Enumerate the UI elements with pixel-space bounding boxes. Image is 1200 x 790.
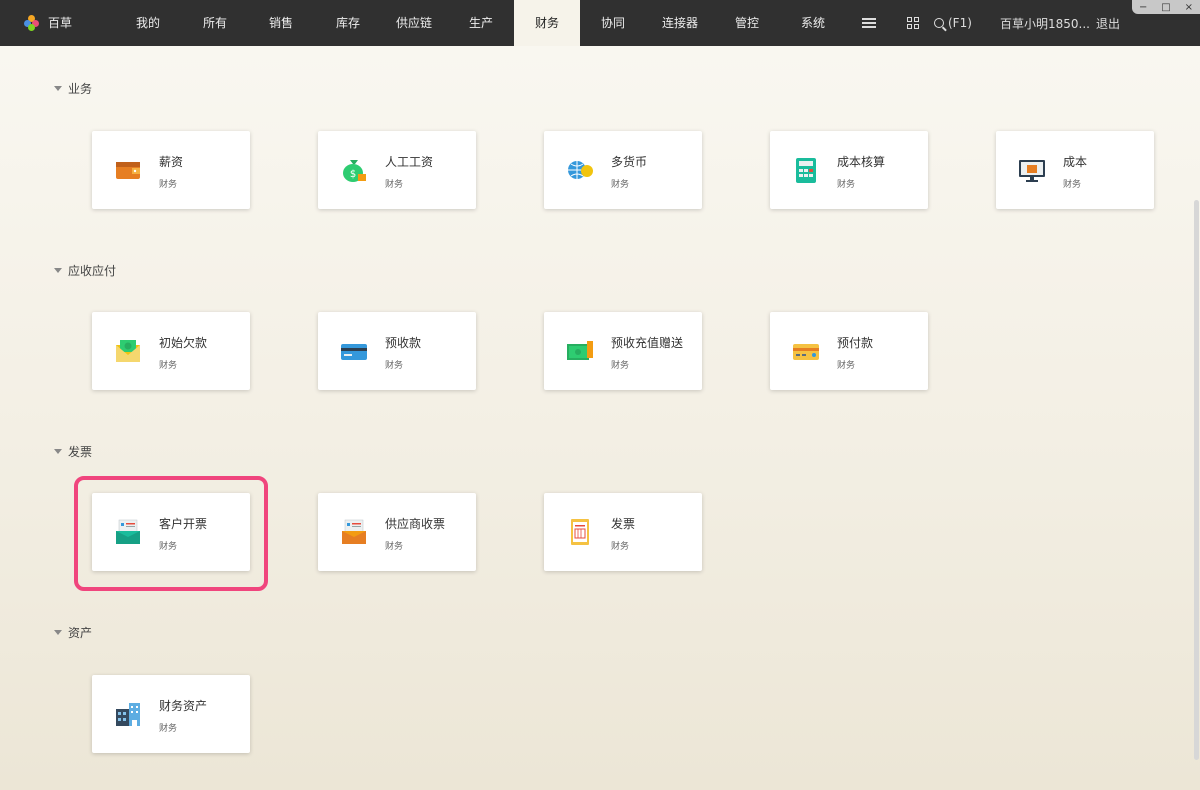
invoice-green-icon [116,519,140,544]
card-name: 发票 [611,517,636,531]
nav-collaboration[interactable]: 协同 [580,0,646,46]
card-name: 人工工资 [385,155,434,169]
card-category: 财务 [159,361,178,371]
card-advance-receipt[interactable]: 预收款 财务 [318,312,476,390]
card-category: 财务 [611,180,630,190]
card-name: 客户开票 [159,517,208,531]
card-name: 预付款 [837,336,874,350]
card-name: 多货币 [611,155,648,169]
card-financial-assets[interactable]: 财务资产 财务 [92,675,250,753]
section-business-header[interactable]: 业务 [54,80,92,97]
nav-mine[interactable]: 我的 [115,0,181,46]
search-icon [934,18,944,28]
card-category: 财务 [159,542,178,552]
card-category: 财务 [611,542,630,552]
logo-icon [24,14,40,31]
envelope-money-icon [116,340,140,362]
card-category: 财务 [385,180,404,190]
card-name: 成本 [1063,155,1088,169]
card-name: 初始欠款 [159,336,208,350]
section-invoice-header[interactable]: 发票 [54,443,92,460]
maximize-button[interactable]: □ [1161,2,1170,13]
nav-control[interactable]: 管控 [714,0,780,46]
search-shortcut: (F1) [948,16,972,30]
collapse-icon [54,86,62,91]
window-controls: − □ × [1132,0,1200,14]
collapse-icon [54,630,62,635]
building-icon [116,703,140,726]
card-salary[interactable]: 薪资 财务 [92,131,250,209]
nav-sales[interactable]: 销售 [248,0,314,46]
section-assets-header[interactable]: 资产 [54,624,92,641]
collapse-icon [54,268,62,273]
calculator-icon [796,158,816,183]
card-name: 成本核算 [837,155,886,169]
nav-all[interactable]: 所有 [182,0,248,46]
card-supplier-invoice-receipt[interactable]: 供应商收票 财务 [318,493,476,571]
card-cost[interactable]: 成本 财务 [996,131,1154,209]
card-advance-payment[interactable]: 预付款 财务 [770,312,928,390]
wallet-icon [116,162,140,179]
search-button[interactable]: (F1) [934,0,972,46]
nav-connector[interactable]: 连接器 [647,0,713,46]
section-receivables-header[interactable]: 应收应付 [54,262,116,279]
money-bag-icon: $ [343,160,366,182]
card-name: 供应商收票 [385,517,446,531]
minimize-button[interactable]: − [1139,2,1147,13]
nav-finance[interactable]: 财务 [514,0,580,46]
section-title: 应收应付 [68,264,117,278]
card-name: 预收款 [385,336,422,350]
card-name: 预收充值赠送 [611,336,684,350]
grid-icon[interactable] [907,0,919,46]
card-customer-invoicing[interactable]: 客户开票 财务 [92,493,250,571]
menu-icon[interactable] [862,0,876,46]
close-button[interactable]: × [1185,2,1193,13]
section-title: 发票 [68,445,93,459]
card-category: 财务 [385,542,404,552]
logout-button[interactable]: 退出 [1096,0,1120,46]
card-category: 财务 [837,361,856,371]
card-cost-accounting[interactable]: 成本核算 财务 [770,131,928,209]
card-category: 财务 [159,724,178,734]
vertical-scrollbar[interactable] [1194,200,1199,760]
card-category: 财务 [385,361,404,371]
nav-production[interactable]: 生产 [448,0,514,46]
app-logo[interactable]: 百草 [24,14,72,31]
card-labor-wages[interactable]: $ 人工工资 财务 [318,131,476,209]
logo-text: 百草 [48,16,73,30]
monitor-box-icon [1019,160,1045,182]
section-title: 资产 [68,626,93,640]
card-category: 财务 [159,180,178,190]
card-invoice[interactable]: 发票 财务 [544,493,702,571]
card-category: 财务 [1063,180,1082,190]
card-yellow-icon [793,344,819,360]
top-nav-bar: 百草 我的 所有 销售 库存 供应链 生产 财务 协同 连接器 管控 系统 (F… [0,0,1200,46]
invoice-orange-icon [342,519,366,544]
card-initial-debt[interactable]: 初始欠款 财务 [92,312,250,390]
nav-supply-chain[interactable]: 供应链 [381,0,447,46]
card-name: 财务资产 [159,699,208,713]
cash-stack-icon [567,341,593,360]
card-prepaid-recharge-gift[interactable]: 预收充值赠送 财务 [544,312,702,390]
receipt-icon [571,519,589,545]
collapse-icon [54,449,62,454]
card-multi-currency[interactable]: 多货币 财务 [544,131,702,209]
svg-text:$: $ [350,169,356,180]
card-category: 财务 [611,361,630,371]
credit-card-icon [341,344,367,360]
nav-inventory[interactable]: 库存 [315,0,381,46]
card-category: 财务 [837,180,856,190]
nav-system[interactable]: 系统 [780,0,846,46]
section-title: 业务 [68,82,93,96]
globe-coin-icon [568,161,593,179]
card-name: 薪资 [159,155,184,169]
user-name[interactable]: 百草小明1850... [1000,0,1090,46]
